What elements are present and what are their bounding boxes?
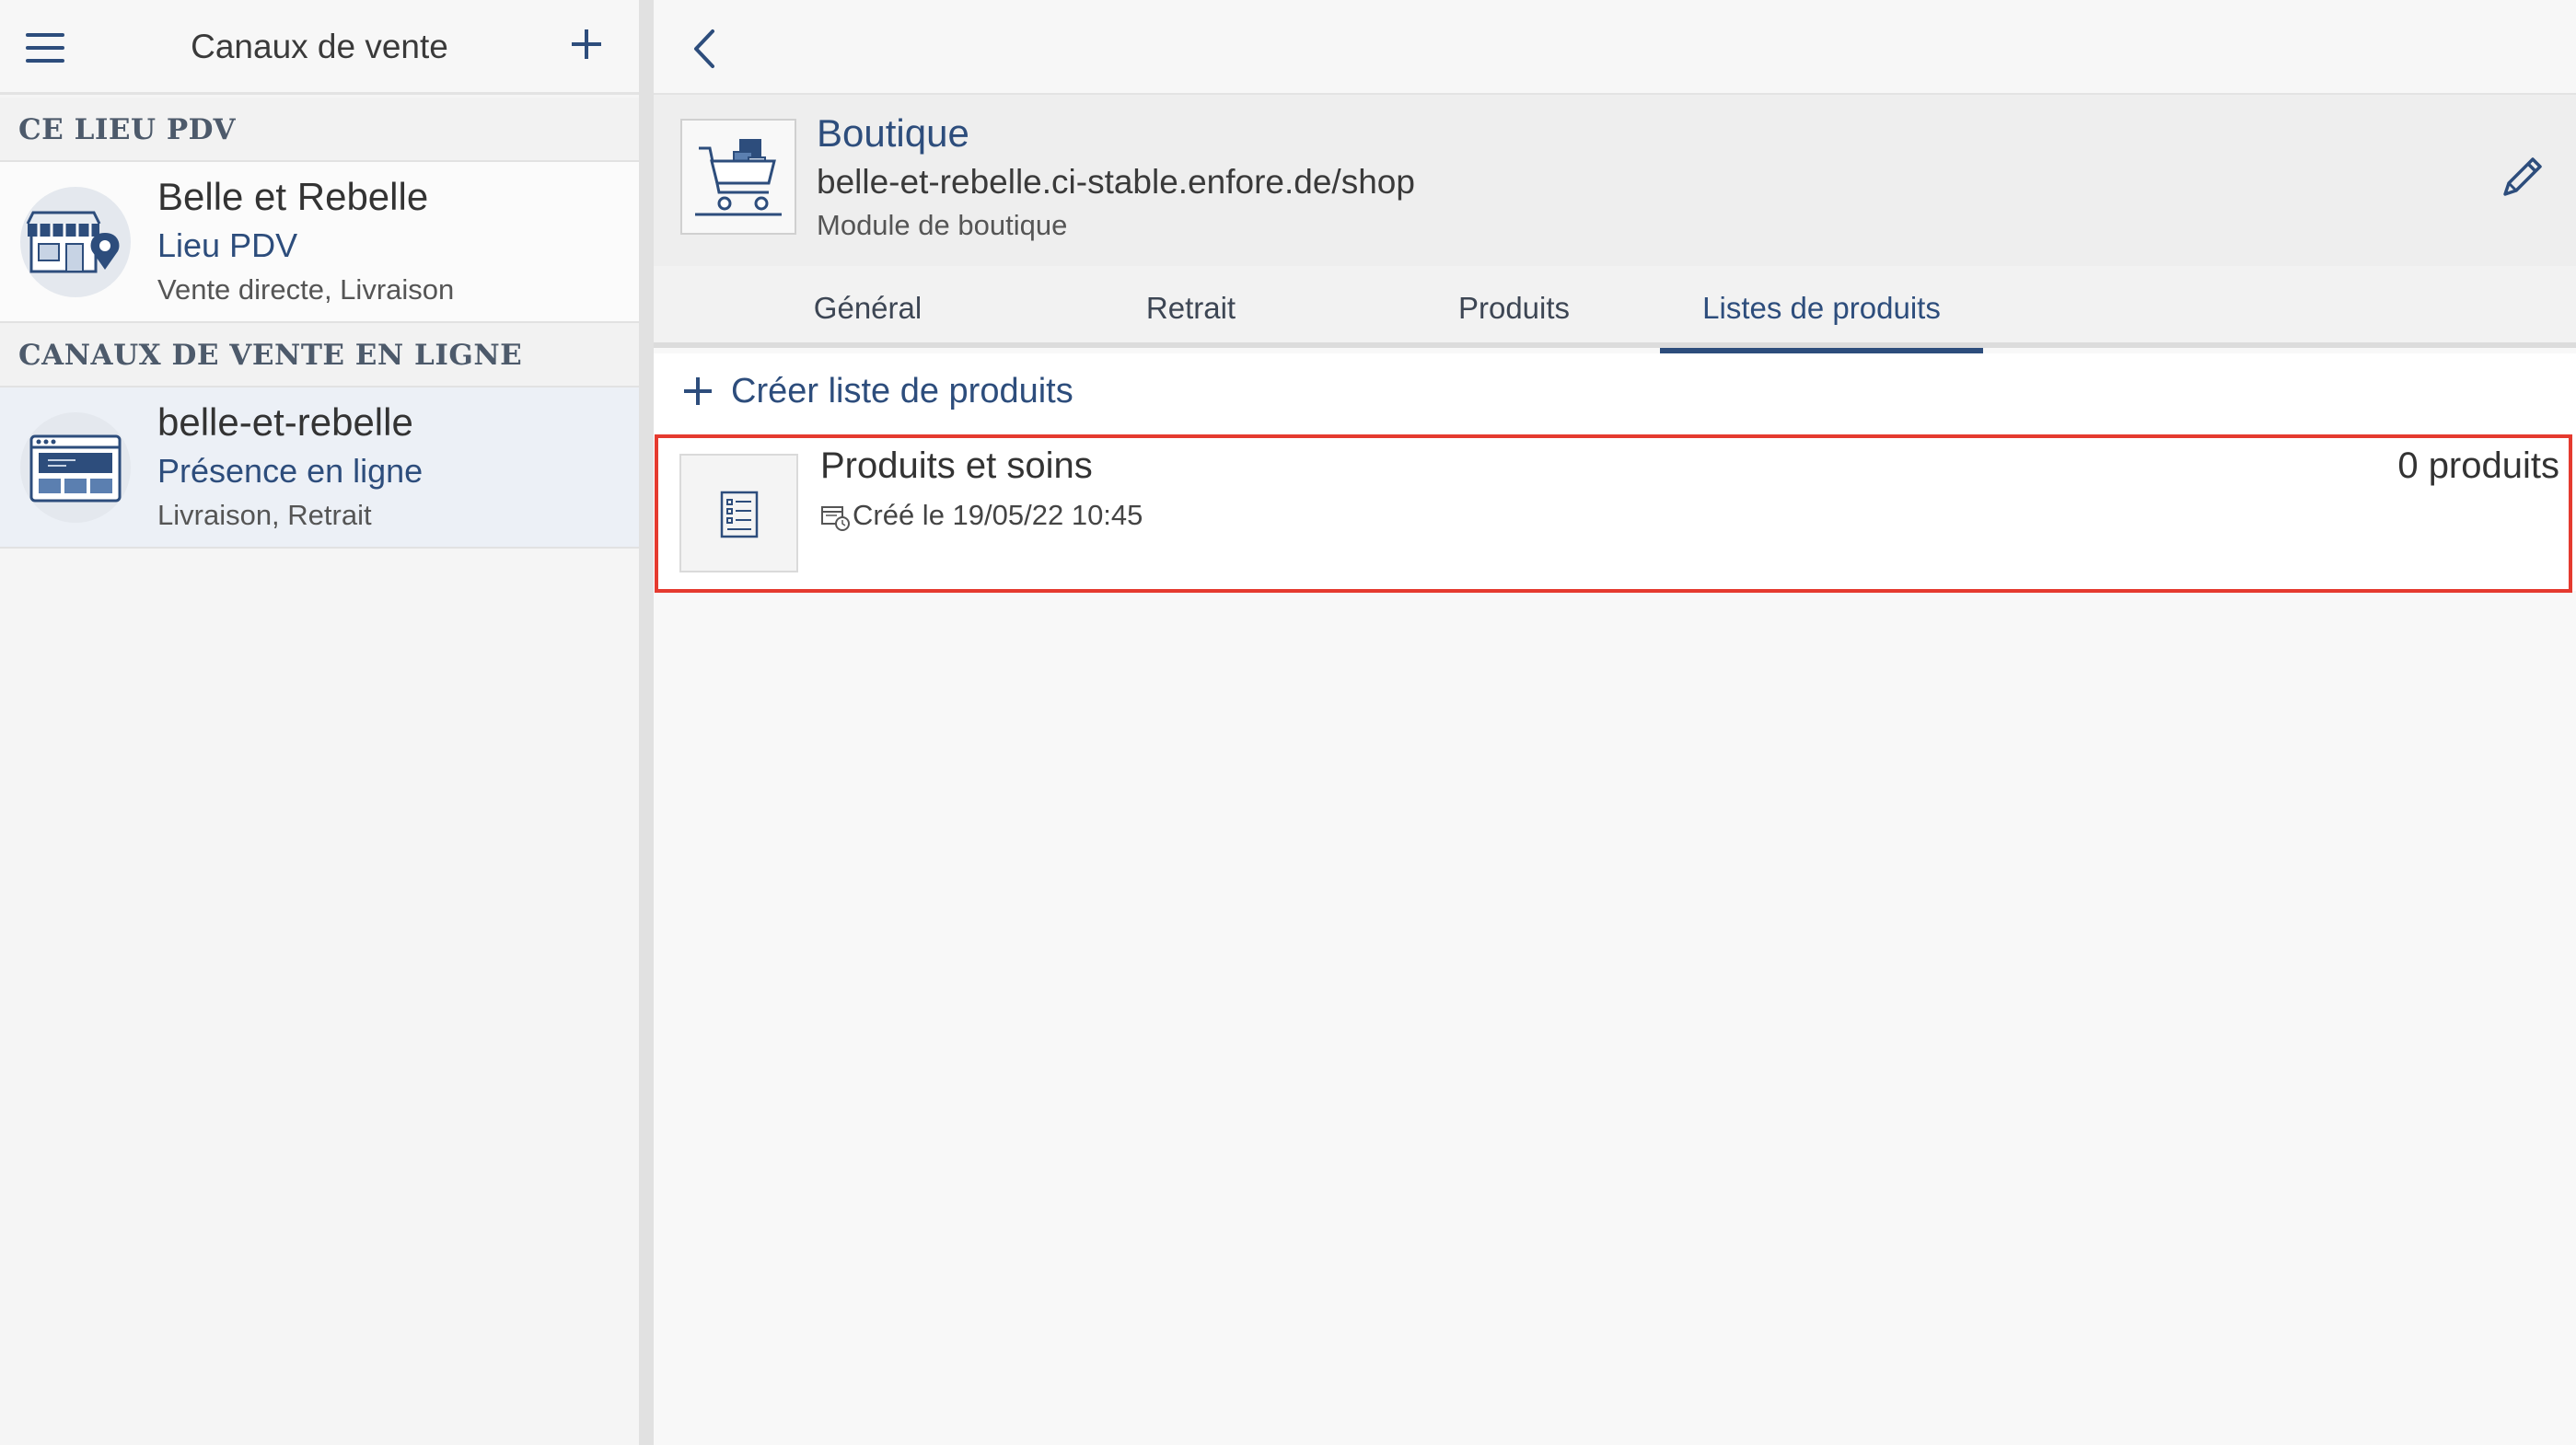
sales-channels-sidebar: Canaux de vente CE LIEU PDV Belle et Reb… (0, 0, 639, 1445)
channel-details: Vente directe, Livraison (157, 273, 455, 306)
product-list-count: 0 produits (2397, 445, 2559, 486)
list-item[interactable]: Produits et soins Créé le 19/05/22 10:45… (654, 434, 2576, 591)
top-bar (654, 0, 2576, 95)
list-document-icon (679, 454, 798, 572)
website-icon (20, 412, 131, 523)
shop-url: belle-et-rebelle.ci-stable.enfore.de/sho… (817, 163, 1415, 201)
create-product-list-label: Créer liste de produits (731, 372, 1073, 410)
shop-header: Boutique belle-et-rebelle.ci-stable.enfo… (654, 95, 2576, 266)
calendar-clock-icon (820, 502, 852, 533)
create-product-list-button[interactable]: Créer liste de produits (654, 353, 2576, 434)
app-window: Canaux de vente CE LIEU PDV Belle et Reb… (0, 0, 2576, 1445)
pane-divider[interactable] (639, 0, 654, 1445)
product-list-name: Produits et soins (820, 445, 1093, 486)
shop-title: Boutique (817, 111, 969, 155)
tab-general[interactable]: Général (706, 266, 1029, 348)
tab-products[interactable]: Produits (1352, 266, 1676, 348)
tab-bar: Général Retrait Produits Listes de produ… (654, 266, 2576, 353)
section-heading-online: CANAUX DE VENTE EN LIGNE (0, 323, 639, 387)
channel-name: belle-et-rebelle (157, 400, 413, 444)
channel-type: Présence en ligne (157, 452, 424, 490)
tab-pickup[interactable]: Retrait (1029, 266, 1352, 348)
sidebar-header: Canaux de vente (0, 0, 639, 95)
product-list-created-date: Créé le 19/05/22 10:45 (853, 499, 1143, 531)
sidebar-title: Canaux de vente (191, 28, 448, 65)
store-location-icon (20, 187, 131, 297)
channel-item-pos[interactable]: Belle et Rebelle Lieu PDV Vente directe,… (0, 162, 639, 323)
main-panel: Boutique belle-et-rebelle.ci-stable.enfo… (654, 0, 2576, 1445)
channel-name: Belle et Rebelle (157, 175, 429, 218)
plus-icon (684, 377, 712, 405)
tab-product-lists[interactable]: Listes de produits (1660, 266, 1983, 353)
add-channel-button[interactable] (568, 26, 605, 63)
channel-details: Livraison, Retrait (157, 499, 372, 531)
shop-module-label: Module de boutique (817, 209, 1068, 241)
shopping-cart-icon (680, 119, 796, 235)
channel-type: Lieu PDV (157, 226, 298, 264)
section-heading-pos: CE LIEU PDV (0, 98, 639, 162)
pencil-edit-icon[interactable] (2494, 150, 2549, 205)
channel-item-online[interactable]: belle-et-rebelle Présence en ligne Livra… (0, 387, 639, 549)
back-arrow-icon[interactable] (689, 28, 720, 70)
